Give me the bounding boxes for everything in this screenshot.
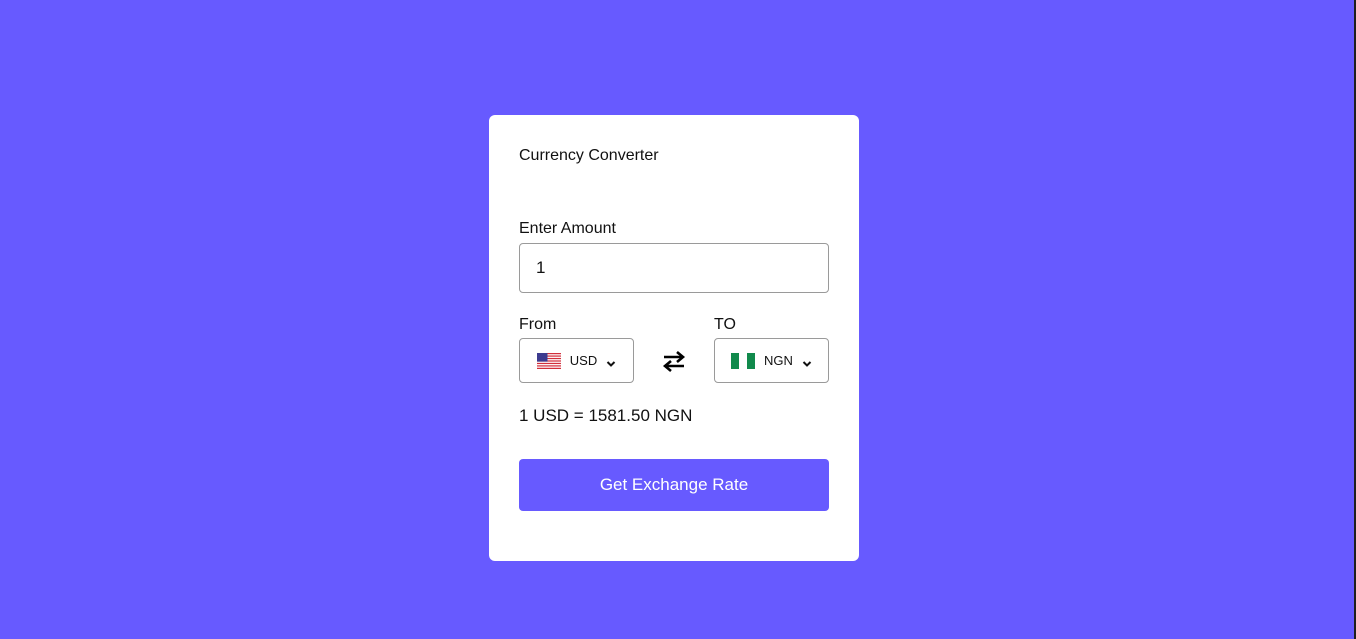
ng-flag-icon — [731, 352, 756, 369]
us-flag-icon — [536, 352, 561, 369]
amount-input[interactable] — [519, 243, 829, 293]
from-label: From — [519, 316, 557, 333]
converter-card: Currency Converter Enter Amount From TO … — [489, 115, 859, 561]
chevron-down-icon — [802, 356, 812, 367]
amount-label: Enter Amount — [519, 220, 616, 237]
exchange-rate-result: 1 USD = 1581.50 NGN — [519, 406, 693, 425]
chevron-down-icon — [606, 356, 616, 367]
swap-arrows-icon[interactable] — [661, 350, 687, 372]
from-currency-select[interactable]: USD — [519, 338, 634, 383]
from-currency-code: USD — [569, 353, 598, 368]
get-exchange-rate-button[interactable]: Get Exchange Rate — [519, 459, 829, 511]
to-currency-select[interactable]: NGN — [714, 338, 829, 383]
to-label: TO — [714, 316, 736, 333]
to-currency-code: NGN — [764, 353, 793, 368]
page-title: Currency Converter — [519, 147, 659, 164]
